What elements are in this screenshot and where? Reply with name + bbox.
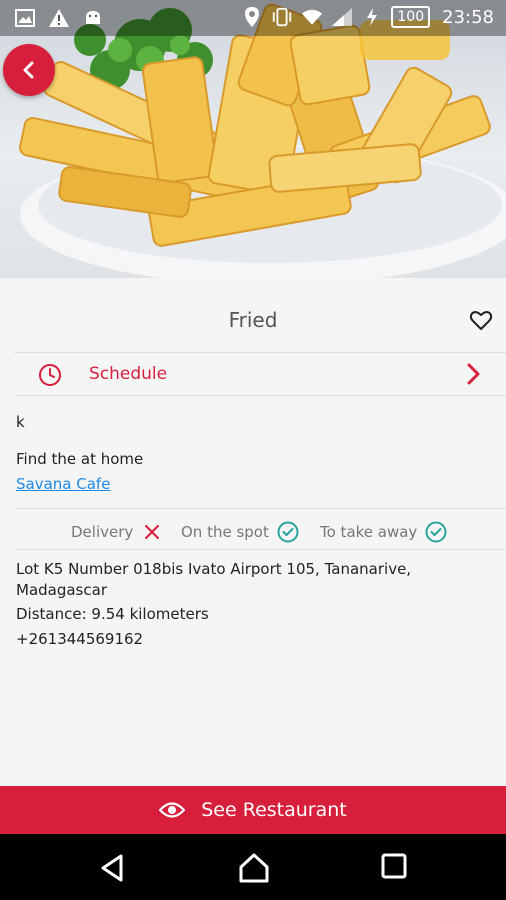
service-mode-label: Delivery: [71, 523, 134, 541]
check-circle-icon: [277, 521, 299, 543]
restaurant-link[interactable]: Savana Cafe: [16, 475, 110, 493]
divider: [14, 395, 506, 396]
item-header: Fried: [0, 278, 506, 352]
schedule-row[interactable]: Schedule: [0, 353, 506, 395]
system-nav-bar: [0, 834, 506, 900]
wifi-icon: [301, 6, 323, 28]
eye-icon: [159, 802, 186, 818]
back-triangle-icon: [101, 854, 123, 882]
home-icon: [239, 853, 269, 883]
restaurant-address: Lot K5 Number 018bis Ivato Airport 105, …: [16, 560, 412, 599]
service-mode-label: On the spot: [181, 523, 269, 541]
item-description-short: k: [16, 413, 25, 431]
schedule-label: Schedule: [89, 364, 168, 384]
nav-recents-button[interactable]: [380, 852, 412, 884]
warning-icon: [48, 7, 70, 29]
restaurant-phone[interactable]: +261344569162: [16, 629, 143, 650]
status-clock: 23:58: [442, 6, 494, 28]
service-mode-delivery: Delivery: [71, 521, 163, 543]
service-mode-take-away: To take away: [320, 521, 447, 543]
recents-square-icon: [381, 853, 407, 879]
service-mode-label: To take away: [320, 523, 418, 541]
image-icon: [14, 7, 36, 29]
chevron-right-icon: [464, 362, 482, 386]
location-icon: [241, 6, 263, 28]
back-button[interactable]: [3, 44, 55, 96]
item-title: Fried: [228, 308, 278, 332]
divider: [14, 549, 506, 550]
chevron-left-icon: [23, 61, 34, 79]
clock-icon: [38, 363, 62, 387]
status-bar: 100 23:58: [0, 0, 506, 36]
french-fries-photo: [19, 3, 506, 278]
cross-icon: [145, 525, 160, 539]
charging-icon: [361, 6, 383, 28]
signal-icon: [331, 6, 353, 28]
check-circle-icon: [425, 521, 447, 543]
service-mode-on-the-spot: On the spot: [181, 521, 299, 543]
nav-back-button[interactable]: [97, 852, 129, 884]
heart-outline-icon: [469, 311, 493, 330]
favorite-button[interactable]: [469, 308, 493, 332]
battery-level: 100: [391, 6, 431, 28]
vibrate-icon: [271, 6, 293, 28]
see-restaurant-label: See Restaurant: [201, 799, 347, 821]
restaurant-distance: Distance: 9.54 kilometers: [16, 605, 209, 623]
service-modes: Delivery On the spot To take away: [0, 509, 506, 549]
hero-image: [0, 0, 506, 278]
android-icon: [82, 7, 104, 29]
item-description: Find the at home: [16, 450, 144, 468]
see-restaurant-button[interactable]: See Restaurant: [0, 786, 506, 834]
nav-home-button[interactable]: [238, 852, 270, 884]
